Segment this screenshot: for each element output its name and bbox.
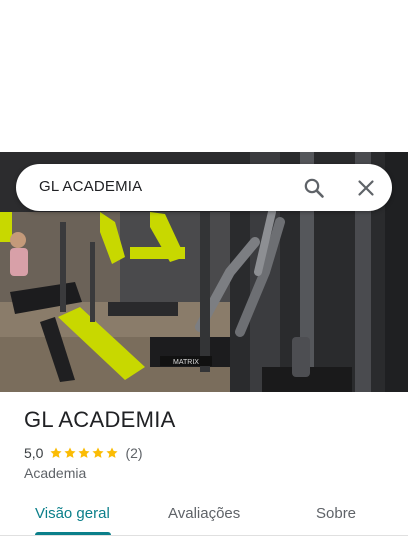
tab-about[interactable]: Sobre	[316, 505, 356, 522]
machine-brand-label: MATRIX	[173, 359, 199, 366]
star-icon	[64, 447, 77, 458]
place-category[interactable]: Academia	[24, 465, 86, 481]
tab-reviews[interactable]: Avaliações	[168, 505, 240, 522]
rating-stars	[49, 446, 119, 460]
review-count[interactable]: (2)	[125, 445, 142, 461]
star-icon	[106, 447, 119, 458]
tab-overview[interactable]: Visão geral	[35, 505, 110, 522]
search-icon[interactable]	[302, 176, 326, 200]
star-icon	[50, 447, 63, 458]
blank-header-area	[0, 0, 408, 152]
close-icon[interactable]	[354, 176, 378, 200]
rating-row[interactable]: 5,0 (2)	[24, 444, 143, 462]
place-title: GL ACADEMIA	[24, 407, 176, 432]
search-query[interactable]: GL ACADEMIA	[39, 178, 142, 195]
star-icon	[92, 447, 105, 458]
search-bar[interactable]: GL ACADEMIA	[16, 164, 392, 211]
star-icon	[78, 447, 91, 458]
rating-value: 5,0	[24, 445, 44, 461]
tab-divider	[0, 535, 408, 536]
